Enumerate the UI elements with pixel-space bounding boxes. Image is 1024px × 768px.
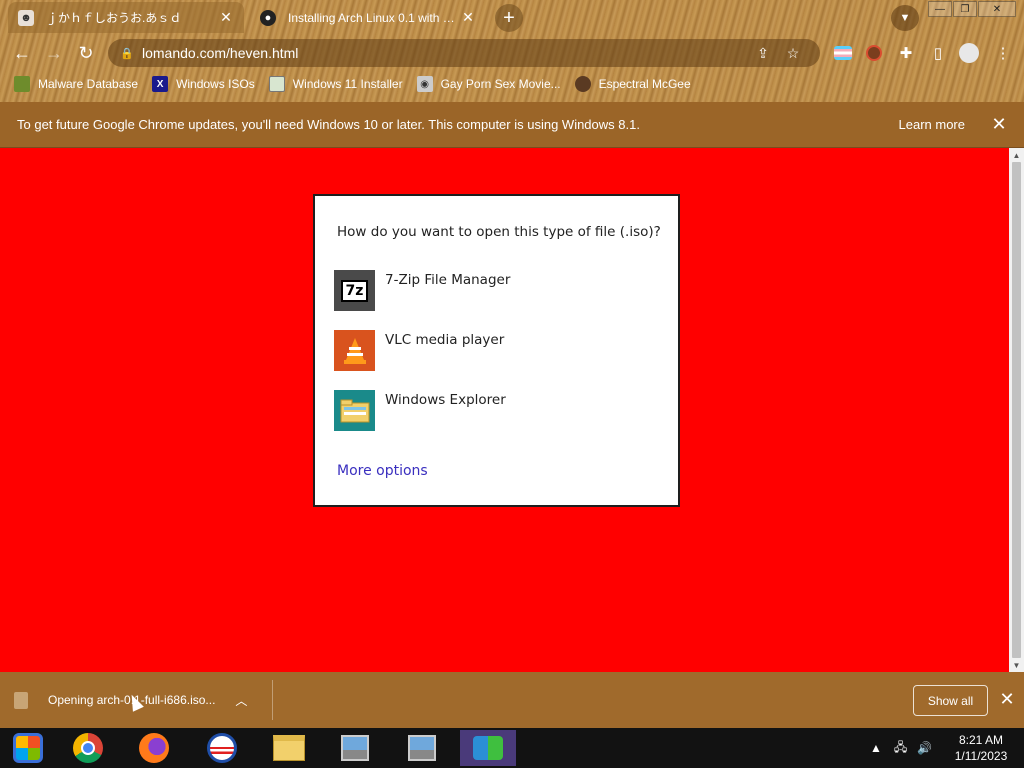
bookmark-star-icon[interactable]: ☆ (778, 45, 808, 62)
close-tab-icon[interactable]: ✕ (460, 9, 476, 26)
minimize-button[interactable]: — (928, 1, 952, 17)
face-favicon-icon (574, 76, 591, 92)
system-tray: ▲ 🖧 🔊 (870, 728, 932, 768)
network-computer-icon (341, 735, 369, 761)
close-tab-icon[interactable]: ✕ (218, 9, 234, 26)
restore-button[interactable]: ❐ (953, 1, 977, 17)
network-computer-icon (408, 735, 436, 761)
vlc-icon (334, 330, 375, 371)
account-avatar-icon[interactable] (958, 42, 980, 64)
option-label: Windows Explorer (385, 392, 506, 408)
option-label: 7-Zip File Manager (385, 272, 511, 288)
taskbar-file-explorer[interactable] (261, 730, 317, 766)
reload-icon[interactable]: ↻ (72, 39, 100, 67)
extensions-puzzle-icon[interactable]: ✚ (895, 42, 917, 64)
scroll-down-icon[interactable]: ▼ (1009, 659, 1024, 671)
forward-arrow-icon[interactable]: → (40, 39, 68, 67)
share-icon[interactable]: ⇪ (748, 45, 778, 62)
folder-icon (273, 735, 305, 761)
bookmarks-bar: Malware Database X Windows ISOs Windows … (0, 72, 1024, 96)
page-scrollbar[interactable]: ▲ ▼ (1009, 148, 1024, 672)
bookmark-malware-database[interactable]: Malware Database (14, 76, 138, 92)
learn-more-link[interactable]: Learn more (899, 117, 965, 132)
start-orb-icon (13, 733, 43, 763)
file-icon (14, 691, 28, 709)
clock-date: 1/11/2023 (954, 749, 1008, 763)
network-icon[interactable]: 🖧 (894, 738, 907, 759)
taskbar-network-app-3[interactable] (460, 730, 516, 766)
url-text: lomando.com/heven.html (142, 45, 299, 61)
option-label: VLC media player (385, 332, 505, 348)
anime-favicon-icon: ☻ (18, 9, 34, 26)
taskbar-firefox[interactable] (126, 730, 182, 766)
show-hidden-icons-icon[interactable]: ▲ (870, 741, 882, 755)
show-all-button[interactable]: Show all (913, 685, 988, 716)
download-shelf: Opening arch-0.1-full-i686.iso... ︿ Show… (0, 672, 1024, 728)
obama-logo-icon (207, 733, 237, 763)
bookmark-label: Windows 11 Installer (292, 77, 403, 91)
tab-active[interactable]: ☻ ｊかｈｆしおうお.あｓｄ ✕ (8, 2, 244, 33)
scroll-up-icon[interactable]: ▲ (1009, 149, 1024, 161)
x-favicon-icon: X (152, 76, 169, 92)
close-download-shelf-icon[interactable]: ✕ (998, 689, 1016, 709)
firefox-icon (139, 733, 169, 763)
taskbar-network-app-2[interactable] (394, 730, 450, 766)
more-options-link[interactable]: More options (337, 463, 428, 479)
clock[interactable]: 8:21 AM 1/11/2023 (946, 732, 1016, 764)
back-arrow-icon[interactable]: ← (8, 39, 36, 67)
taskbar-chrome[interactable] (60, 730, 116, 766)
bookmark-windows-11-installer[interactable]: Windows 11 Installer (268, 76, 403, 92)
menu-kebab-icon[interactable]: ⋮ (992, 42, 1014, 64)
tab-title: Installing Arch Linux 0.1 with X11 (288, 10, 460, 25)
infobar-message: To get future Google Chrome updates, you… (17, 117, 640, 132)
taskbar-outlook[interactable] (194, 730, 250, 766)
chrome-icon (73, 733, 103, 763)
profile-avatar-extension-icon[interactable] (863, 42, 885, 64)
clock-time: 8:21 AM (958, 733, 1004, 747)
chevron-up-icon[interactable]: ︿ (235, 692, 247, 709)
open-with-dialog: How do you want to open this type of fil… (313, 194, 680, 507)
tab-inactive[interactable]: ● Installing Arch Linux 0.1 with X11 ✕ (250, 2, 486, 33)
lock-icon: 🔒 (120, 47, 134, 60)
taskbar: ▲ 🖧 🔊 8:21 AM 1/11/2023 (0, 728, 1024, 768)
bookmark-label: Malware Database (38, 77, 139, 91)
bookmark-movie-site[interactable]: ◉ Gay Porn Sex Movie... (416, 76, 561, 92)
bookmark-label: Espectral McGee (598, 77, 691, 91)
explorer-icon (334, 390, 375, 431)
scrollbar-thumb[interactable] (1012, 162, 1021, 658)
address-bar[interactable]: 🔒 lomando.com/heven.html ⇪ ☆ (108, 39, 820, 67)
volume-icon[interactable]: 🔊 (917, 741, 932, 755)
option-windows-explorer[interactable]: Windows Explorer (334, 390, 634, 432)
leaf-favicon-icon (14, 76, 30, 92)
people-network-icon (473, 736, 503, 760)
tab-strip: ☻ ｊかｈｆしおうお.あｓｄ ✕ ● Installing Arch Linux… (0, 0, 1024, 35)
bookmark-espectral-mcgee[interactable]: Espectral McGee (574, 76, 691, 92)
browser-frame: ☻ ｊかｈｆしおうお.あｓｄ ✕ ● Installing Arch Linux… (0, 0, 1024, 102)
start-button[interactable] (0, 730, 56, 766)
7zip-icon: 7z (334, 270, 375, 311)
side-panel-icon[interactable]: ▯ (927, 42, 949, 64)
option-7zip[interactable]: 7z 7-Zip File Manager (334, 270, 634, 312)
option-vlc[interactable]: VLC media player (334, 330, 634, 372)
tab-title: ｊかｈｆしおうお.あｓｄ (46, 11, 182, 25)
close-infobar-icon[interactable]: ✕ (991, 114, 1007, 135)
bookmark-windows-isos[interactable]: X Windows ISOs (152, 76, 255, 92)
tab-search-chevron-icon[interactable]: ▼ (891, 5, 919, 31)
taskbar-network-app[interactable] (327, 730, 383, 766)
github-favicon-icon: ● (260, 9, 276, 26)
disk-favicon-icon: ◉ (416, 76, 433, 92)
update-infobar: To get future Google Chrome updates, you… (0, 102, 1024, 148)
close-window-button[interactable]: ✕ (978, 1, 1016, 17)
toolbar: ← → ↻ 🔒 lomando.com/heven.html ⇪ ☆ ✚ ▯ ⋮ (0, 36, 1024, 70)
bookmark-label: Gay Porn Sex Movie... (440, 77, 561, 91)
dialog-question: How do you want to open this type of fil… (337, 224, 661, 240)
bookmark-label: Windows ISOs (176, 77, 255, 91)
image-favicon-icon (268, 76, 285, 92)
download-separator (272, 680, 273, 720)
new-tab-button[interactable]: + (495, 4, 523, 32)
pride-flag-extension-icon[interactable] (832, 42, 854, 64)
